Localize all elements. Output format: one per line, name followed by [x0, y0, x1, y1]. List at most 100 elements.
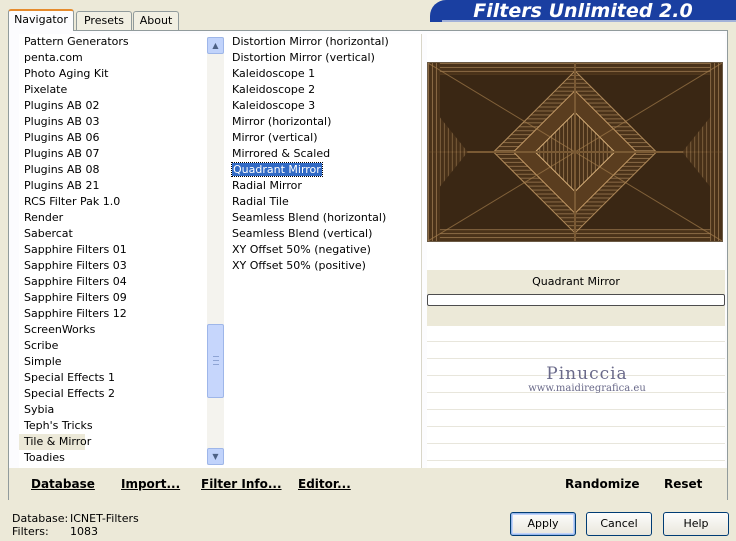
filter-item[interactable]: Mirror (horizontal) [224, 114, 421, 130]
category-item[interactable]: ScreenWorks [19, 322, 225, 338]
filter-item[interactable]: Kaleidoscope 3 [224, 98, 421, 114]
category-item[interactable]: Tile & Mirror [19, 434, 91, 450]
progress-bar [427, 294, 725, 306]
help-button[interactable]: Help [663, 512, 729, 536]
filter-item[interactable]: Distortion Mirror (vertical) [224, 50, 421, 66]
category-label: Pixelate [24, 83, 68, 96]
filter-info-button[interactable]: Filter Info... [201, 475, 282, 493]
parameter-row[interactable] [427, 411, 725, 427]
scroll-down-button[interactable]: ▼ [207, 448, 224, 465]
filter-item[interactable]: Radial Tile [224, 194, 421, 210]
category-label: penta.com [24, 51, 83, 64]
category-item[interactable]: Plugins AB 03 [19, 114, 225, 130]
category-item[interactable]: Special Effects 1 [19, 370, 225, 386]
category-item[interactable]: Plugins AB 07 [19, 146, 225, 162]
filter-item[interactable]: Kaleidoscope 2 [224, 82, 421, 98]
filter-label: Distortion Mirror (vertical) [232, 51, 375, 64]
filter-label: Seamless Blend (horizontal) [232, 211, 387, 224]
category-list[interactable]: Pattern Generators penta.com Photo Aging K… [19, 34, 225, 469]
parameter-row[interactable] [427, 343, 725, 359]
category-item[interactable]: Sabercat [19, 226, 225, 242]
filters-count: 1083 [70, 525, 98, 538]
filter-label: Seamless Blend (vertical) [232, 227, 373, 240]
category-item[interactable]: Photo Aging Kit [19, 66, 225, 82]
parameter-row[interactable] [427, 445, 725, 461]
category-item[interactable]: Sybia [19, 402, 225, 418]
filter-label: Radial Mirror [232, 179, 302, 192]
category-label: Sabercat [24, 227, 73, 240]
scroll-up-button[interactable]: ▲ [207, 37, 224, 54]
category-scrollbar[interactable]: ▲ ▼ [207, 37, 224, 465]
category-item[interactable]: Sapphire Filters 01 [19, 242, 225, 258]
category-label: Special Effects 2 [24, 387, 116, 400]
category-item[interactable]: Pattern Generators [19, 34, 225, 50]
database-button[interactable]: Database [31, 475, 95, 493]
category-label: Scribe [24, 339, 59, 352]
tab-presets[interactable]: Presets [76, 11, 132, 30]
apply-button[interactable]: Apply [510, 512, 576, 536]
category-item[interactable]: Plugins AB 06 [19, 130, 225, 146]
category-item[interactable]: Special Effects 2 [19, 386, 225, 402]
filter-label: Distortion Mirror (horizontal) [232, 35, 389, 48]
filter-item[interactable]: Kaleidoscope 1 [224, 66, 421, 82]
filter-list[interactable]: Distortion Mirror (horizontal) Distortion… [224, 34, 422, 469]
import-button[interactable]: Import... [121, 475, 180, 493]
tab-about[interactable]: About [133, 11, 179, 30]
scroll-thumb[interactable] [207, 324, 224, 398]
category-label: Sapphire Filters 09 [24, 291, 127, 304]
filter-item[interactable]: XY Offset 50% (positive) [224, 258, 421, 274]
category-item[interactable]: Sapphire Filters 04 [19, 274, 225, 290]
filter-label: Radial Tile [232, 195, 289, 208]
filter-label: XY Offset 50% (positive) [232, 259, 366, 272]
filter-item[interactable]: Radial Mirror [224, 178, 421, 194]
category-label: RCS Filter Pak 1.0 [24, 195, 121, 208]
parameter-header [427, 306, 725, 326]
randomize-button[interactable]: Randomize [565, 475, 639, 493]
category-label: Plugins AB 07 [24, 147, 100, 160]
category-item[interactable]: RCS Filter Pak 1.0 [19, 194, 225, 210]
category-item[interactable]: Scribe [19, 338, 225, 354]
category-item[interactable]: Render [19, 210, 225, 226]
category-label: Sapphire Filters 12 [24, 307, 127, 320]
category-label: Sybia [24, 403, 55, 416]
category-item[interactable]: Sapphire Filters 03 [19, 258, 225, 274]
category-label: Simple [24, 355, 62, 368]
category-label: ScreenWorks [24, 323, 96, 336]
category-item[interactable]: Toadies [19, 450, 225, 466]
filter-item[interactable]: Distortion Mirror (horizontal) [224, 34, 421, 50]
parameter-row[interactable] [427, 394, 725, 410]
category-item[interactable]: Pixelate [19, 82, 225, 98]
filter-item[interactable]: XY Offset 50% (negative) [224, 242, 421, 258]
category-label: Plugins AB 06 [24, 131, 100, 144]
category-item[interactable]: Sapphire Filters 09 [19, 290, 225, 306]
category-item[interactable]: Plugins AB 02 [19, 98, 225, 114]
reset-button[interactable]: Reset [664, 475, 702, 493]
category-label: Special Effects 1 [24, 371, 116, 384]
category-item[interactable]: Sapphire Filters 12 [19, 306, 225, 322]
category-label: Plugins AB 03 [24, 115, 100, 128]
parameter-row[interactable] [427, 428, 725, 444]
parameter-row[interactable] [427, 326, 725, 342]
app-title: Filters Unlimited 2.0 [430, 0, 736, 22]
tab-navigator[interactable]: Navigator [8, 9, 74, 31]
category-item[interactable]: penta.com [19, 50, 225, 66]
watermark-url: www.maidiregrafica.eu [528, 383, 646, 394]
filter-item[interactable]: Quadrant Mirror [224, 162, 421, 178]
filter-label: Kaleidoscope 1 [232, 67, 316, 80]
filter-label: Mirrored & Scaled [232, 147, 331, 160]
category-item[interactable]: Plugins AB 21 [19, 178, 225, 194]
filter-item[interactable]: Seamless Blend (horizontal) [224, 210, 421, 226]
editor-button[interactable]: Editor... [298, 475, 351, 493]
navigator-panel: Pattern Generators penta.com Photo Aging K… [8, 30, 728, 500]
category-label: Render [24, 211, 64, 224]
cancel-button[interactable]: Cancel [586, 512, 652, 536]
filter-item[interactable]: Mirrored & Scaled [224, 146, 421, 162]
category-item[interactable]: Teph's Tricks [19, 418, 225, 434]
category-label: Sapphire Filters 04 [24, 275, 127, 288]
filter-item[interactable]: Seamless Blend (vertical) [224, 226, 421, 242]
filter-item[interactable]: Mirror (vertical) [224, 130, 421, 146]
preview-panel: Quadrant Mirror Pinuccia www.maidiregraf… [427, 34, 725, 469]
category-item[interactable]: Simple [19, 354, 225, 370]
watermark: Pinuccia www.maidiregrafica.eu [467, 364, 707, 394]
category-item[interactable]: Plugins AB 08 [19, 162, 225, 178]
